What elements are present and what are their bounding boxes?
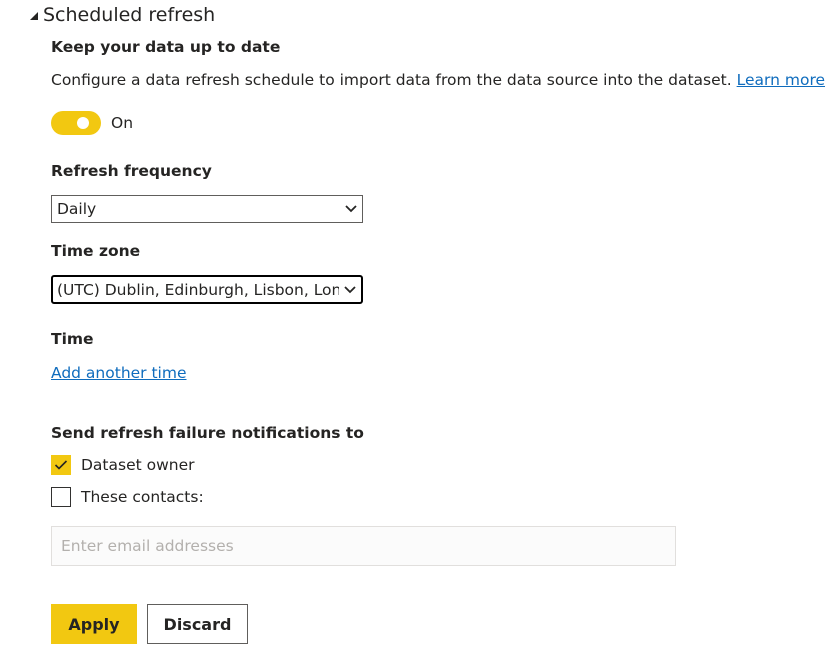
time-zone-value: (UTC) Dublin, Edinburgh, Lisbon, London xyxy=(57,280,339,299)
refresh-frequency-label: Refresh frequency xyxy=(51,162,212,180)
keep-data-heading: Keep your data up to date xyxy=(51,38,281,56)
description-row: Configure a data refresh schedule to imp… xyxy=(51,71,825,89)
refresh-toggle-row: On xyxy=(51,111,133,135)
section-title: Scheduled refresh xyxy=(43,4,216,26)
toggle-label: On xyxy=(111,114,134,132)
discard-button[interactable]: Discard xyxy=(147,604,248,644)
time-zone-select[interactable]: (UTC) Dublin, Edinburgh, Lisbon, London xyxy=(51,275,363,304)
chevron-down-icon xyxy=(339,285,361,294)
chevron-down-icon xyxy=(340,205,362,213)
section-header[interactable]: Scheduled refresh xyxy=(30,4,215,26)
these-contacts-option[interactable]: These contacts: xyxy=(51,487,204,507)
description-text: Configure a data refresh schedule to imp… xyxy=(51,71,737,89)
toggle-knob xyxy=(77,117,89,129)
checkmark-icon xyxy=(54,460,68,470)
these-contacts-checkbox[interactable] xyxy=(51,487,71,507)
dataset-owner-option[interactable]: Dataset owner xyxy=(51,455,195,475)
refresh-toggle[interactable] xyxy=(51,111,101,135)
add-another-time-link[interactable]: Add another time xyxy=(51,364,187,382)
email-addresses-input[interactable] xyxy=(51,526,676,566)
apply-button[interactable]: Apply xyxy=(51,604,137,644)
refresh-frequency-select[interactable]: Daily xyxy=(51,195,363,223)
dataset-owner-checkbox[interactable] xyxy=(51,455,71,475)
dataset-owner-label: Dataset owner xyxy=(81,456,195,474)
refresh-frequency-value: Daily xyxy=(57,200,97,218)
these-contacts-label: These contacts: xyxy=(81,488,204,506)
collapse-caret-icon[interactable] xyxy=(30,12,38,20)
time-label: Time xyxy=(51,330,94,348)
notifications-heading: Send refresh failure notifications to xyxy=(51,424,364,442)
learn-more-link[interactable]: Learn more xyxy=(737,71,825,89)
time-zone-label: Time zone xyxy=(51,242,141,260)
